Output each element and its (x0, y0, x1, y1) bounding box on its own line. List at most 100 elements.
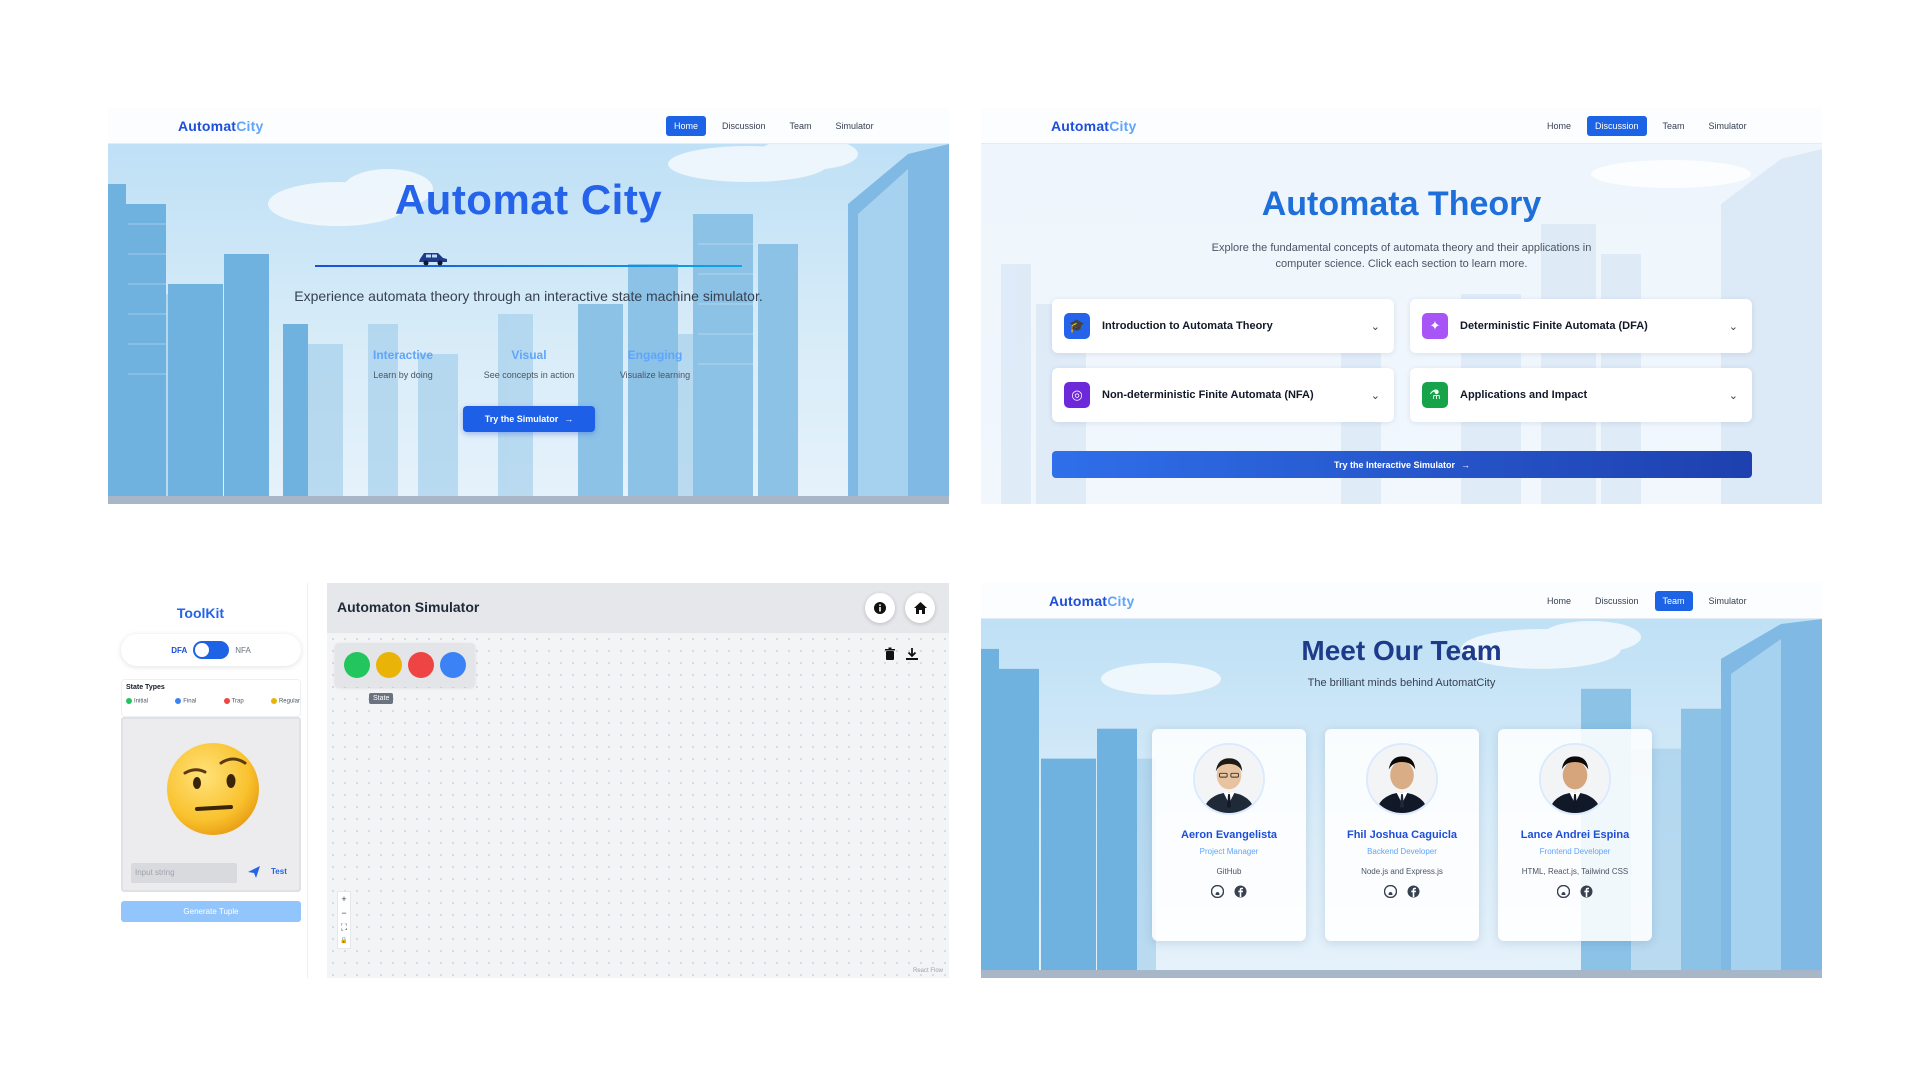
avatar (1539, 743, 1611, 815)
accordion-applications[interactable]: ⚗ Applications and Impact ⌄ (1410, 368, 1752, 422)
nav-home[interactable]: Home (1539, 591, 1579, 611)
brand-logo[interactable]: AutomatCity (1049, 593, 1134, 609)
nav-discussion[interactable]: Discussion (1587, 116, 1647, 136)
legend-initial: Initial (126, 698, 148, 705)
nav-links: Home Discussion Team Simulator (1539, 591, 1755, 611)
initial-state-node[interactable] (344, 652, 370, 678)
accordion-dfa[interactable]: ✦ Deterministic Finite Automata (DFA) ⌄ (1410, 299, 1752, 353)
test-button[interactable]: Test (271, 867, 287, 876)
nav-discussion[interactable]: Discussion (1587, 591, 1647, 611)
accordion-label: Deterministic Finite Automata (DFA) (1460, 320, 1648, 332)
github-icon[interactable] (1210, 884, 1225, 899)
hero-title: Automat City (394, 176, 663, 223)
navbar: AutomatCity Home Discussion Team Simulat… (108, 108, 949, 144)
feature-visual: Visual See concepts in action (466, 348, 592, 380)
send-icon[interactable] (247, 865, 261, 879)
nav-team[interactable]: Team (1655, 116, 1693, 136)
try-interactive-simulator-button[interactable]: Try the Interactive Simulator → (1052, 451, 1752, 478)
legend-final: Final (175, 698, 196, 705)
nav-links: Home Discussion Team Simulator (666, 116, 882, 136)
chevron-down-icon: ⌄ (1370, 389, 1380, 402)
state-tooltip: State (369, 693, 394, 704)
nav-home[interactable]: Home (1539, 116, 1579, 136)
feature-desc: See concepts in action (483, 370, 575, 380)
feature-desc: Learn by doing (373, 370, 433, 380)
team-page-screenshot: AutomatCity Home Discussion Team Simulat… (981, 583, 1822, 978)
nav-simulator[interactable]: Simulator (1701, 591, 1755, 611)
member-skills: HTML, React.js, Tailwind CSS (1521, 867, 1629, 876)
brand-logo[interactable]: AutomatCity (1051, 118, 1136, 134)
feature-title: Engaging (627, 348, 683, 362)
try-simulator-label: Try the Simulator (484, 414, 559, 424)
member-name: Fhil Joshua Caguicla (1346, 829, 1458, 841)
member-role: Backend Developer (1367, 847, 1437, 856)
home-page-screenshot: AutomatCity Home Discussion Team Simulat… (108, 108, 949, 504)
member-role: Frontend Developer (1539, 847, 1611, 856)
trap-state-node[interactable] (408, 652, 434, 678)
page-subtitle: The brilliant minds behind AutomatCity (1307, 677, 1496, 689)
nav-team[interactable]: Team (782, 116, 820, 136)
nav-home[interactable]: Home (666, 116, 707, 136)
info-button[interactable] (865, 593, 895, 623)
try-interactive-simulator-label: Try the Interactive Simulator (1333, 459, 1456, 470)
zoom-in-button[interactable]: + (338, 892, 350, 906)
nav-discussion[interactable]: Discussion (714, 116, 774, 136)
team-card: Aeron Evangelista Project Manager GitHub (1152, 729, 1306, 941)
facebook-icon[interactable] (1580, 885, 1593, 898)
toolkit-sidebar: ToolKit DFA NFA State Types Initial Fina… (108, 583, 308, 978)
accordion-intro[interactable]: 🎓 Introduction to Automata Theory ⌄ (1052, 299, 1394, 353)
accordion-nfa[interactable]: ◎ Non-deterministic Finite Automata (NFA… (1052, 368, 1394, 422)
team-card: Fhil Joshua Caguicla Backend Developer N… (1325, 729, 1479, 941)
trash-icon[interactable] (883, 647, 897, 661)
hero-subtitle: Experience automata theory through an in… (294, 288, 763, 304)
regular-state-node[interactable] (376, 652, 402, 678)
canvas-header: Automaton Simulator (327, 583, 949, 633)
nav-team[interactable]: Team (1654, 591, 1693, 611)
facebook-icon[interactable] (1407, 885, 1420, 898)
member-links (1325, 884, 1479, 899)
legend-trap: Trap (223, 698, 244, 705)
github-icon[interactable] (1556, 884, 1571, 899)
nav-simulator[interactable]: Simulator (828, 116, 882, 136)
github-icon[interactable] (1383, 884, 1398, 899)
facebook-icon[interactable] (1234, 885, 1247, 898)
member-name: Lance Andrei Espina (1520, 829, 1630, 841)
brand-logo[interactable]: AutomatCity (178, 118, 263, 134)
discussion-page-screenshot: AutomatCity Home Discussion Team Simulat… (981, 108, 1822, 504)
home-button[interactable] (905, 593, 935, 623)
generate-tuple-button[interactable]: Generate Tuple (121, 901, 301, 922)
page-title: Automata Theory (1261, 185, 1542, 223)
state-palette (335, 643, 475, 687)
simulator-canvas-area: Automaton Simulator State + − ⛶ 🔒 React … (327, 583, 949, 978)
member-skills: GitHub (1216, 867, 1242, 876)
team-card: Lance Andrei Espina Frontend Developer H… (1498, 729, 1652, 941)
member-role: Project Manager (1199, 847, 1259, 856)
state-types-legend: State Types Initial Final Trap Regular (121, 679, 301, 717)
zoom-out-button[interactable]: − (338, 906, 350, 920)
input-string-field[interactable]: Input string (131, 863, 237, 883)
lock-button[interactable]: 🔒 (338, 934, 350, 948)
page-title: Meet Our Team (1301, 635, 1502, 666)
lightbulb-icon: ◎ (1064, 382, 1090, 408)
zoom-controls: + − ⛶ 🔒 (337, 891, 351, 949)
chevron-down-icon: ⌄ (1370, 320, 1380, 333)
mode-toggle[interactable]: DFA NFA (121, 634, 301, 666)
mode-nfa-label: NFA (235, 645, 251, 655)
accordion-label: Applications and Impact (1460, 389, 1588, 401)
page-subtitle: Explore the fundamental concepts of auto… (1211, 242, 1592, 270)
fit-view-button[interactable]: ⛶ (338, 920, 350, 934)
puzzle-icon: ✦ (1422, 313, 1448, 339)
flow-canvas[interactable]: State + − ⛶ 🔒 React Flow (327, 633, 949, 978)
mode-switch[interactable] (193, 641, 230, 659)
arrow-right-icon: → (564, 414, 574, 424)
member-name: Aeron Evangelista (1181, 829, 1277, 841)
nav-links: Home Discussion Team Simulator (1539, 116, 1755, 136)
chevron-down-icon: ⌄ (1728, 389, 1738, 402)
arrow-right-icon: → (1461, 459, 1471, 470)
download-icon[interactable] (905, 647, 919, 661)
avatar (1193, 743, 1265, 815)
react-flow-attribution[interactable]: React Flow (913, 968, 943, 974)
try-simulator-button[interactable]: Try the Simulator → (463, 406, 595, 432)
final-state-node[interactable] (440, 652, 466, 678)
nav-simulator[interactable]: Simulator (1701, 116, 1755, 136)
